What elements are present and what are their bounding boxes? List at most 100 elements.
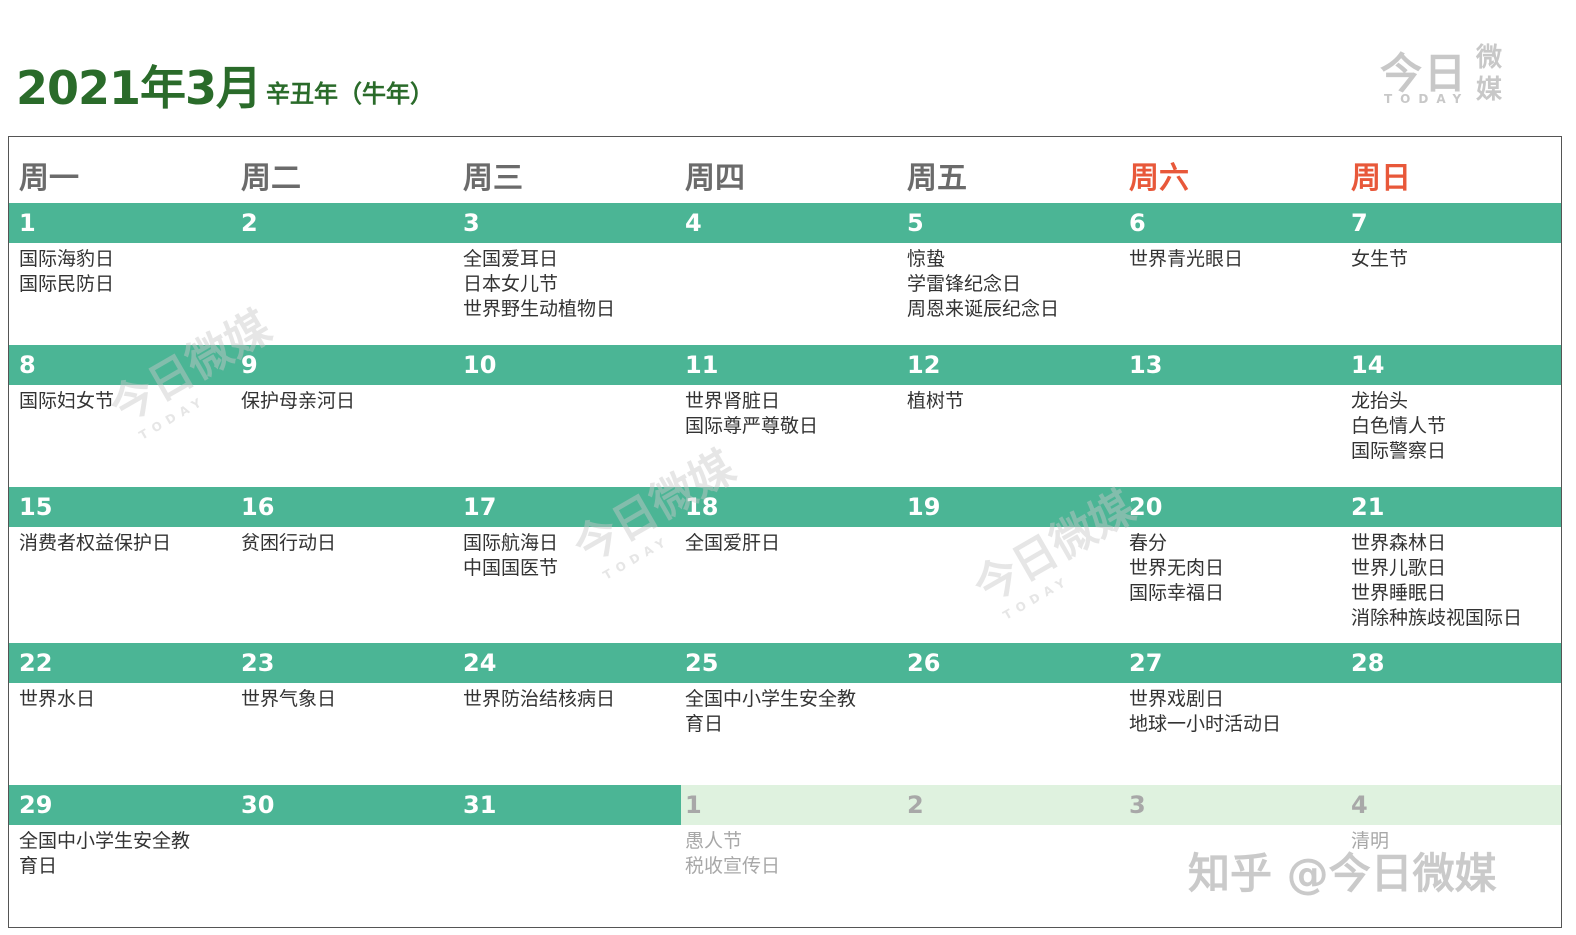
page-subtitle: 辛丑年（牛年） xyxy=(266,80,434,108)
week-row: 8 国际妇女节 9 保护母亲河日 10 11 世界肾脏日 国际尊严尊敬日 12 植树节 13 14 龙抬… xyxy=(9,345,1561,487)
day-events: 惊蛰学雷锋纪念日周恩来诞辰纪念日 xyxy=(907,247,1059,322)
event-label: 育日 xyxy=(685,713,724,735)
day-events: 消费者权益保护日 xyxy=(19,531,171,556)
day-number: 27 xyxy=(1129,649,1163,677)
event-label: 世界戏剧日 xyxy=(1129,688,1225,710)
next-month-date-bar xyxy=(903,785,1125,825)
day-number: 7 xyxy=(1351,209,1368,237)
day-number: 15 xyxy=(19,493,53,521)
day-number: 22 xyxy=(19,649,53,677)
event-label: 消除种族歧视国际日 xyxy=(1351,607,1523,629)
week-row: 22 世界水日 23 世界气象日 24 世界防治结核病日 25 全国中小学生安全教 育日 26 27… xyxy=(9,643,1561,785)
event-label: 世界肾脏日 xyxy=(685,390,781,412)
next-month-date-bar xyxy=(1347,785,1561,825)
day-number: 10 xyxy=(463,351,497,379)
day-events: 世界戏剧日地球一小时活动日 xyxy=(1129,687,1281,737)
day-number: 26 xyxy=(907,649,941,677)
event-label: 世界无肉日 xyxy=(1129,557,1225,579)
event-label: 学雷锋纪念日 xyxy=(907,273,1022,295)
logo-en-text: TODAY xyxy=(1384,92,1470,106)
day-number: 8 xyxy=(19,351,36,379)
day-events: 国际航海日中国国医节 xyxy=(463,531,558,581)
event-label: 国际海豹日 xyxy=(19,248,115,270)
event-label: 世界气象日 xyxy=(241,688,337,710)
day-events: 全国爱肝日 xyxy=(685,531,780,556)
event-label: 消费者权益保护日 xyxy=(19,532,172,554)
weekday-label: 周日 xyxy=(1351,161,1411,196)
event-label: 白色情人节 xyxy=(1351,415,1447,437)
logo-side-text: 微 媒 xyxy=(1476,43,1503,105)
day-events: 世界防治结核病日 xyxy=(463,687,615,712)
day-events: 植树节 xyxy=(907,389,964,414)
event-label: 女生节 xyxy=(1351,248,1409,270)
day-events: 全国中小学生安全教 育日 xyxy=(19,829,190,879)
event-label: 世界森林日 xyxy=(1351,532,1447,554)
event-label: 龙抬头 xyxy=(1351,390,1409,412)
day-events: 全国中小学生安全教 育日 xyxy=(685,687,856,737)
day-events: 国际海豹日国际民防日 xyxy=(19,247,114,297)
event-label: 世界野生动植物日 xyxy=(463,298,616,320)
day-number: 3 xyxy=(463,209,480,237)
day-events: 世界森林日 世界儿歌日 世界睡眠日 消除种族歧视国际日 xyxy=(1351,531,1522,631)
weekday-label: 周五 xyxy=(907,161,967,196)
event-label: 世界防治结核病日 xyxy=(463,688,616,710)
next-month-date-bar xyxy=(681,785,903,825)
weekday-label: 周三 xyxy=(463,161,523,196)
day-number: 2 xyxy=(241,209,258,237)
event-label: 世界睡眠日 xyxy=(1351,582,1447,604)
day-number: 28 xyxy=(1351,649,1385,677)
day-events: 春分 世界无肉日 国际幸福日 xyxy=(1129,531,1224,606)
day-number: 9 xyxy=(241,351,258,379)
day-events: 世界青光眼日 xyxy=(1129,247,1243,272)
calendar-grid: 周一 周二 周三 周四 周五 周六 周日 1 国际海豹日 国际民防日 2 3 全国爱耳日 日本女儿节 世界… xyxy=(8,136,1562,928)
day-number: 16 xyxy=(241,493,275,521)
event-label: 日本女儿节 xyxy=(463,273,559,295)
day-events: 愚人节 税收宣传日 xyxy=(685,829,780,879)
event-label: 植树节 xyxy=(907,390,965,412)
event-label: 贫困行动日 xyxy=(241,532,337,554)
event-label: 全国中小学生安全教 xyxy=(685,688,857,710)
event-label: 育日 xyxy=(19,855,58,877)
event-label: 全国爱耳日 xyxy=(463,248,559,270)
weekday-label: 周二 xyxy=(241,161,301,196)
day-number: 18 xyxy=(685,493,719,521)
event-label: 国际航海日 xyxy=(463,532,559,554)
day-number: 24 xyxy=(463,649,497,677)
event-label: 国际民防日 xyxy=(19,273,115,295)
day-number: 25 xyxy=(685,649,719,677)
day-number: 11 xyxy=(685,351,719,379)
day-events: 世界气象日 xyxy=(241,687,336,712)
event-label: 春分 xyxy=(1129,532,1168,554)
event-label: 国际警察日 xyxy=(1351,440,1447,462)
event-label: 税收宣传日 xyxy=(685,855,781,877)
event-label: 保护母亲河日 xyxy=(241,390,356,412)
event-label: 全国爱肝日 xyxy=(685,532,781,554)
weekday-label: 周四 xyxy=(685,161,745,196)
day-number: 6 xyxy=(1129,209,1146,237)
event-label: 地球一小时活动日 xyxy=(1129,713,1282,735)
event-label: 中国国医节 xyxy=(463,557,559,579)
day-number: 19 xyxy=(907,493,941,521)
page-title: 2021年3月 xyxy=(16,61,262,115)
event-label: 周恩来诞辰纪念日 xyxy=(907,298,1060,320)
next-month-date-bar xyxy=(1125,785,1347,825)
event-label: 世界青光眼日 xyxy=(1129,248,1244,270)
event-label: 全国中小学生安全教 xyxy=(19,830,191,852)
day-number: 5 xyxy=(907,209,924,237)
event-label: 国际妇女节 xyxy=(19,390,115,412)
event-label: 惊蛰 xyxy=(907,248,946,270)
day-events: 女生节 xyxy=(1351,247,1408,272)
day-events: 世界肾脏日国际尊严尊敬日 xyxy=(685,389,818,439)
event-label: 国际尊严尊敬日 xyxy=(685,415,819,437)
zhihu-watermark: 知乎 @今日微媒 xyxy=(1188,849,1497,898)
day-number: 1 xyxy=(685,791,702,819)
day-number: 21 xyxy=(1351,493,1385,521)
weekday-label: 周六 xyxy=(1129,161,1189,196)
day-events: 龙抬头白色情人节国际警察日 xyxy=(1351,389,1446,464)
day-number: 20 xyxy=(1129,493,1163,521)
weekday-label: 周一 xyxy=(19,161,79,196)
day-events: 世界水日 xyxy=(19,687,95,712)
day-number: 1 xyxy=(19,209,36,237)
day-number: 12 xyxy=(907,351,941,379)
day-number: 4 xyxy=(1351,791,1368,819)
